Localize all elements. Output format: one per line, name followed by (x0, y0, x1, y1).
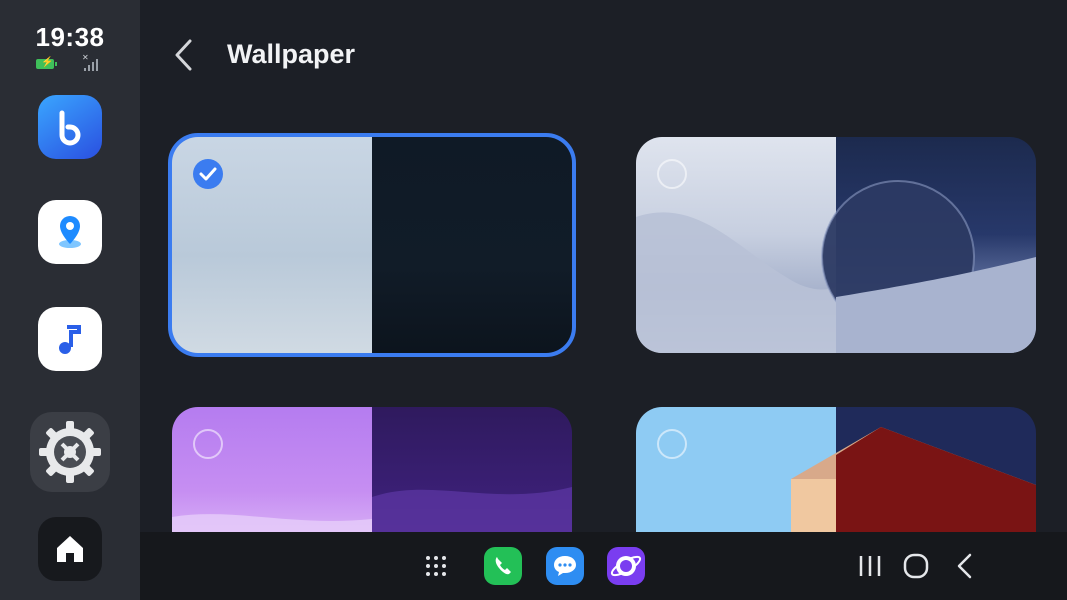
wallpaper-3-waves (172, 487, 572, 547)
back-button[interactable] (170, 38, 198, 72)
home-icon[interactable] (38, 517, 102, 581)
signal-icon: ✕ (82, 53, 100, 71)
wallpaper-2-landscape (636, 180, 1036, 353)
wallpaper-option-2[interactable] (636, 137, 1036, 353)
recents-icon[interactable] (851, 547, 889, 585)
phone-icon[interactable] (484, 547, 522, 585)
map-pin-icon[interactable] (38, 200, 102, 264)
wallpaper-4-building (791, 427, 1036, 547)
bixby-icon[interactable] (38, 95, 102, 159)
page-title: Wallpaper (227, 39, 356, 69)
internet-icon[interactable] (607, 547, 645, 585)
home-circle-icon[interactable] (897, 547, 935, 585)
wallpaper-option-1[interactable] (168, 133, 576, 357)
wallpaper-option-4[interactable] (636, 407, 1036, 547)
chevron-left-icon (175, 39, 192, 71)
unselected-radio-icon (193, 429, 223, 459)
status-time: 19:38 (35, 22, 105, 52)
messages-icon[interactable] (546, 547, 584, 585)
gear-icon[interactable] (30, 412, 110, 492)
status-indicators: ⚡ ✕ (36, 53, 104, 72)
battery-icon: ⚡ (36, 57, 57, 69)
wallpaper-option-3[interactable] (172, 407, 572, 547)
app-grid-icon[interactable] (417, 547, 455, 585)
unselected-radio-icon (657, 429, 687, 459)
back-icon[interactable] (946, 547, 984, 585)
app-rail: 19:38 ⚡ ✕ (0, 0, 140, 600)
selected-check-icon (193, 159, 223, 189)
music-note-icon[interactable] (38, 307, 102, 371)
unselected-radio-icon (657, 159, 687, 189)
bottom-dock (140, 532, 1067, 600)
